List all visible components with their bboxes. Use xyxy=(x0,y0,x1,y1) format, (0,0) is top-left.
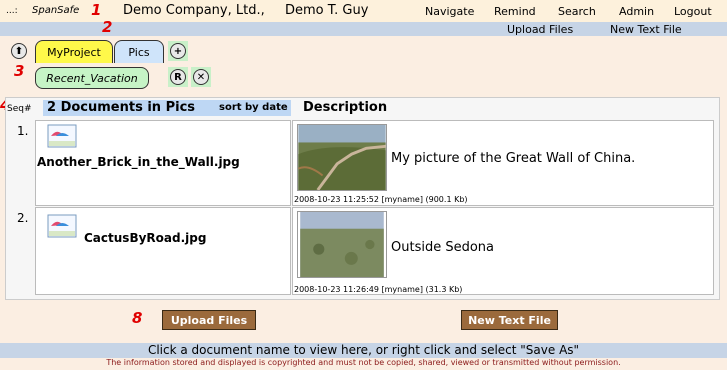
row-2-meta: 2008-10-23 11:26:49 [myname] (31.3 Kb) xyxy=(294,285,463,294)
annotation-1: 1 xyxy=(91,1,102,19)
upload-files-button[interactable]: Upload Files xyxy=(162,310,256,330)
footer-hint: Click a document name to view here, or r… xyxy=(0,343,727,358)
nav-search[interactable]: Search xyxy=(558,5,596,18)
close-icon[interactable]: ✕ xyxy=(193,69,209,85)
company-name: Demo Company, Ltd., xyxy=(123,3,265,18)
up-arrow-icon[interactable]: ⬆ xyxy=(11,43,27,59)
image-file-icon xyxy=(47,124,77,148)
app-logo: SpanSafe xyxy=(32,5,80,16)
user-name: Demo T. Guy xyxy=(285,3,369,18)
row-1-filename[interactable]: Another_Brick_in_the_Wall.jpg xyxy=(37,155,240,169)
row-2-description: Outside Sedona xyxy=(391,240,494,255)
description-header: Description xyxy=(303,100,388,115)
sort-by-date-link[interactable]: sort by date xyxy=(219,102,288,113)
row-2-thumbnail[interactable] xyxy=(297,211,387,278)
image-file-icon xyxy=(47,214,77,238)
row-1-description: My picture of the Great Wall of China. xyxy=(391,151,636,166)
seq-header: Seq# xyxy=(7,104,32,114)
new-text-file-link[interactable]: New Text File xyxy=(610,23,682,36)
nav-logout[interactable]: Logout xyxy=(674,5,712,18)
new-text-file-button[interactable]: New Text File xyxy=(461,310,558,330)
footer-copyright: The information stored and displayed is … xyxy=(106,358,621,367)
tab-myproject[interactable]: MyProject xyxy=(35,40,113,63)
folder-recent-vacation[interactable]: Recent_Vacation xyxy=(35,67,149,89)
row-1-meta: 2008-10-23 11:25:52 [myname] (900.1 Kb) xyxy=(294,195,468,204)
row-2-filename[interactable]: CactusByRoad.jpg xyxy=(84,231,206,245)
row-2-seq: 2. xyxy=(17,211,29,225)
row-1-thumbnail[interactable] xyxy=(297,124,387,191)
annotation-2: 2 xyxy=(102,18,113,36)
header-prefix: ...: xyxy=(6,6,18,16)
nav-remind[interactable]: Remind xyxy=(494,5,536,18)
annotation-8: 8 xyxy=(132,309,143,327)
upload-files-link[interactable]: Upload Files xyxy=(507,23,573,36)
annotation-3: 3 xyxy=(14,62,25,80)
row-1-seq: 1. xyxy=(17,124,29,138)
rename-icon[interactable]: R xyxy=(170,69,186,85)
tab-pics[interactable]: Pics xyxy=(114,40,164,63)
add-icon[interactable]: + xyxy=(170,43,186,59)
nav-navigate[interactable]: Navigate xyxy=(425,5,474,18)
nav-admin[interactable]: Admin xyxy=(619,5,654,18)
